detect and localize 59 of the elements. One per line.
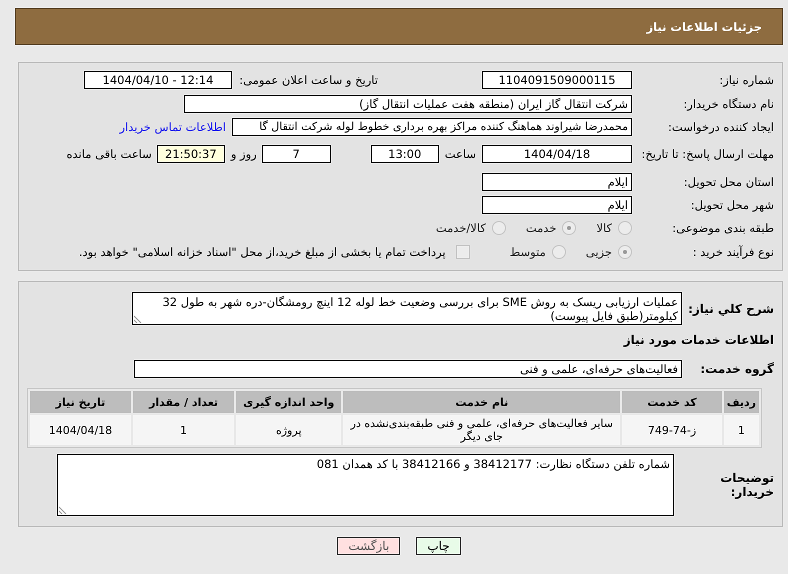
payment-note: پرداخت تمام یا بخشی از مبلغ خرید،از محل "اسناد خزانه اسلامی" خواهد بود.: [78, 245, 446, 259]
page-title: جزئیات اطلاعات نیاز: [646, 20, 762, 34]
field-label: شماره نیاز:: [718, 73, 774, 87]
province-field: ایلام: [482, 172, 632, 190]
service-group-field: فعالیت‌های حرفه‌ای، علمی و فنی: [134, 360, 682, 378]
column-header: واحد اندازه گیری: [236, 391, 342, 413]
table-cell: 1: [724, 415, 759, 445]
option-label: کالا: [596, 221, 612, 235]
creator-field: محمدرضا شیراوند هماهنگ کننده مراکز بهره برداری خطوط لوله شرکت انتقال گا: [232, 118, 632, 136]
field-label: مهلت ارسال پاسخ: تا تاریخ:: [640, 147, 774, 161]
radio-button[interactable]: [618, 221, 632, 235]
radio-button[interactable]: [562, 221, 576, 235]
announce-date-field: 1404/04/10 - 12:14: [84, 71, 232, 89]
option-label: خدمت: [526, 221, 556, 235]
option-label: متوسط: [510, 245, 546, 259]
days-label: روز و: [230, 147, 257, 161]
column-header: نام خدمت: [343, 391, 620, 413]
column-header: کد خدمت: [622, 391, 722, 413]
days-field: 7: [262, 145, 331, 163]
table-cell: پروژه: [236, 415, 342, 445]
need-number-field: 1104091509000115: [482, 71, 632, 89]
field-label: شهر محل تحویل:: [690, 198, 774, 212]
remaining-field: 21:50:37: [156, 145, 225, 163]
column-header: تعداد / مقدار: [132, 391, 234, 413]
section-title: اطلاعات خدمات مورد نیاز: [622, 333, 774, 347]
buyer-field: شرکت انتقال گاز ایران (منطقه هفت عملیات انتقال گاز): [184, 94, 632, 112]
table-cell: ز-74-749: [622, 415, 722, 445]
table-cell: 1404/04/18: [30, 415, 131, 445]
resize-grip-icon: [134, 315, 142, 323]
field-label: استان محل تحویل:: [682, 174, 774, 188]
back-button[interactable]: بازگشت: [337, 537, 400, 555]
time-label: ساعت: [444, 147, 476, 161]
contact-link[interactable]: اطلاعات تماس خریدار: [119, 120, 226, 134]
column-header: تاریخ نیاز: [30, 391, 131, 413]
field-label: طبقه بندی موضوعی:: [671, 221, 774, 235]
print-button[interactable]: چاپ: [416, 537, 461, 555]
table-cell: سایر فعالیت‌های حرفه‌ای، علمی و فنی طبقه‌بندی‌نشده در جای دیگر: [343, 415, 620, 445]
date-field: 1404/04/18: [482, 145, 632, 163]
radio-button[interactable]: [492, 221, 506, 235]
field-label: توضیحات خریدار:: [719, 471, 774, 499]
field-label: نام دستگاه خریدار:: [682, 96, 774, 110]
remaining-label: ساعت باقی مانده: [66, 147, 152, 161]
field-label: ایجاد کننده درخواست:: [667, 120, 774, 134]
field-label: تاریخ و ساعت اعلان عمومی:: [238, 73, 379, 87]
column-header: ردیف: [724, 391, 759, 413]
field-label: گروه خدمت:: [699, 362, 774, 376]
field-label: نوع فرآیند خرید :: [692, 245, 774, 259]
time-field: 13:00: [370, 145, 439, 163]
radio-button[interactable]: [618, 245, 632, 259]
description-box: عملیات ارزیابی ریسک به روش SME برای بررسی وضعیت خط لوله 12 اینچ رومشگان-دره شهر به طول 32 کیلومتر(طبق فایل پیوست): [132, 292, 682, 325]
resize-grip-icon: [59, 506, 67, 514]
checkbox[interactable]: [456, 245, 470, 259]
option-label: کالا/خدمت: [436, 221, 486, 235]
city-field: ایلام: [482, 196, 632, 214]
table-cell: 1: [132, 415, 234, 445]
field-label: شرح کلي نیاز:: [687, 302, 774, 316]
radio-button[interactable]: [552, 245, 566, 259]
buyer-notes-box: شماره تلفن دستگاه نظارت: 38412177 و 38412166 با کد همدان 081: [57, 454, 674, 516]
option-label: جزیی: [586, 245, 612, 259]
